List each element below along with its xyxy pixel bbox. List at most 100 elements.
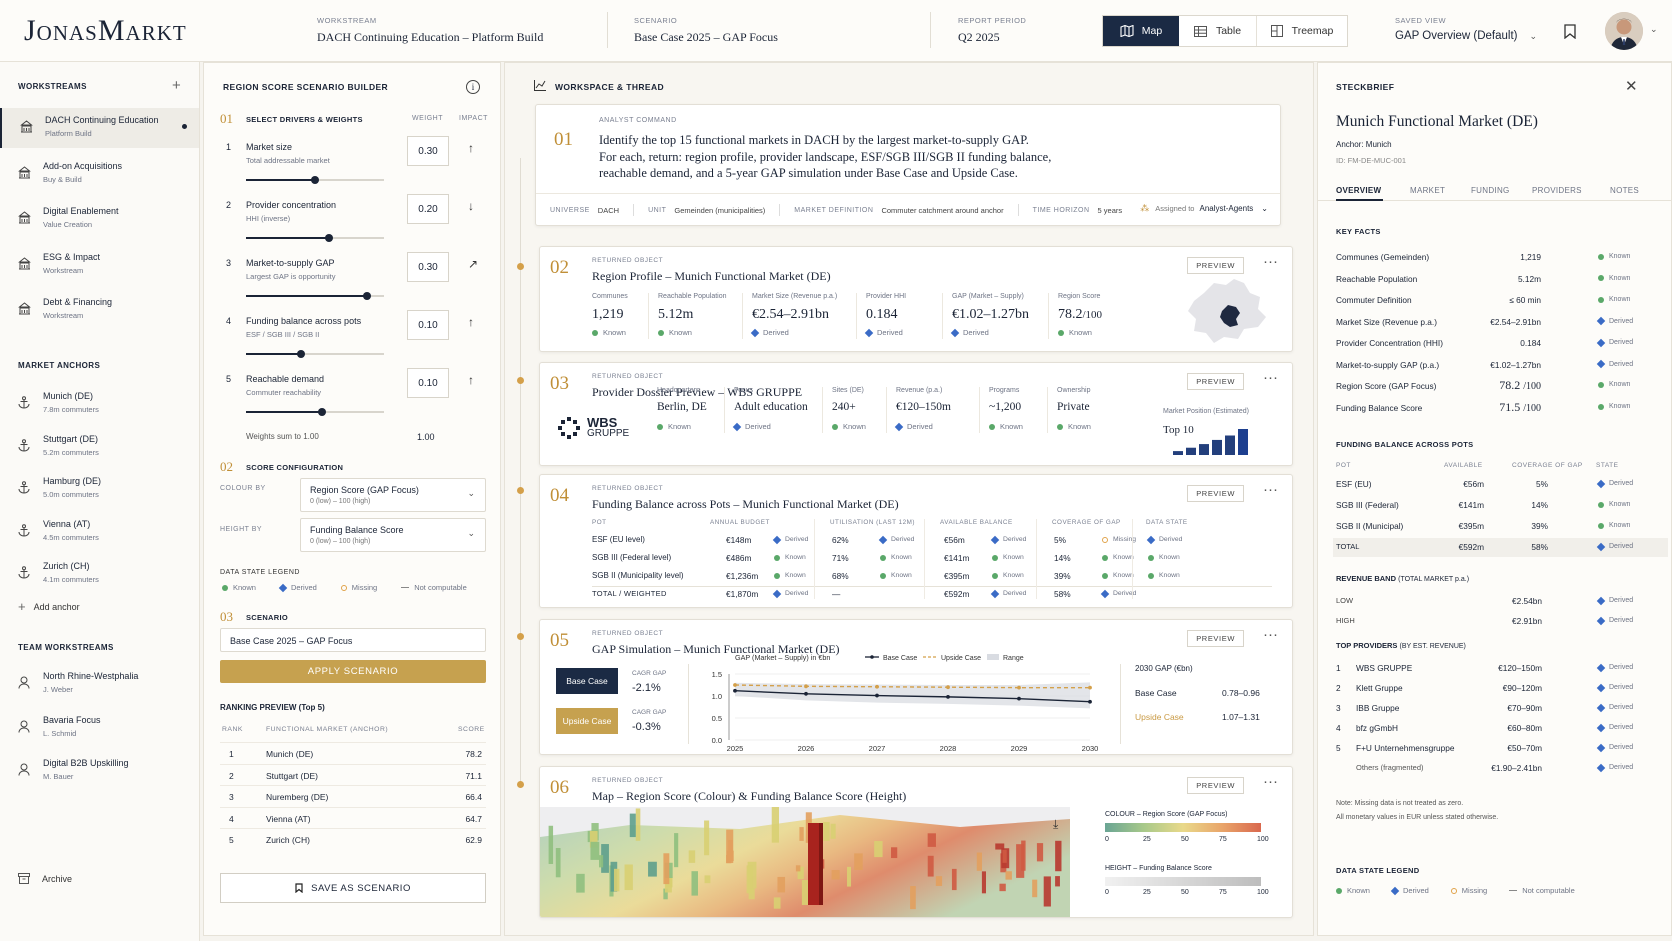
workstream-item[interactable]: DACH Continuing Education Platform Build	[0, 108, 199, 148]
driver-weight-slider[interactable]	[246, 350, 384, 358]
ranking-row[interactable]: 3 Nuremberg (DE) 66.4	[220, 785, 486, 806]
slider-handle[interactable]	[363, 292, 371, 300]
provider-name[interactable]: F+U Unternehmensgruppe	[1356, 743, 1454, 753]
region-profile-card[interactable]: 02 RETURNED OBJECT Region Profile – Muni…	[539, 246, 1293, 352]
upside-case-button[interactable]: Upside Case	[556, 708, 618, 734]
team-item[interactable]: Bavaria Focus L. Schmid	[0, 708, 199, 748]
apply-scenario-button[interactable]: APPLY SCENARIO	[220, 660, 486, 683]
slider-handle[interactable]	[318, 408, 326, 416]
anchor-item[interactable]: Stuttgart (DE) 5.2m commuters	[0, 427, 199, 467]
position-bar	[1212, 439, 1222, 455]
kpi-label: Programs	[989, 387, 1020, 394]
provider-dossier-card[interactable]: 03 RETURNED OBJECT Provider Dossier Prev…	[539, 362, 1293, 466]
state-marker	[832, 423, 838, 430]
driver-weight-slider[interactable]	[246, 176, 384, 184]
ranking-row[interactable]: 1 Munich (DE) 78.2	[220, 742, 486, 763]
driver-weight-slider[interactable]	[246, 292, 384, 300]
slider-handle[interactable]	[325, 234, 333, 242]
info-icon[interactable]: i	[466, 80, 480, 94]
slider-handle[interactable]	[297, 350, 305, 358]
legend-missing: Missing	[1450, 886, 1487, 895]
tab-providers[interactable]: PROVIDERS	[1532, 186, 1582, 195]
base-case-button[interactable]: Base Case	[556, 668, 618, 694]
state-indicator: Derived	[1596, 743, 1633, 752]
score-number: 71.5	[1499, 400, 1521, 414]
driver-weight-input[interactable]: 0.10	[407, 310, 449, 340]
driver-subtitle: HHI (inverse)	[246, 214, 291, 223]
saved-view-selector[interactable]: SAVED VIEW GAP Overview (Default) ⌄	[1395, 16, 1537, 42]
region-3d-map[interactable]	[540, 807, 1070, 918]
divider	[1047, 387, 1048, 433]
more-options-icon[interactable]: ···	[1263, 253, 1278, 270]
workstream-item[interactable]: Digital Enablement Value Creation	[0, 199, 199, 239]
bookmark-icon[interactable]	[1564, 24, 1576, 39]
workstream-item[interactable]: ESG & Impact Workstream	[0, 245, 199, 285]
driver-weight-input[interactable]: 0.30	[407, 136, 449, 166]
market-name: Stuttgart (DE)	[266, 770, 318, 781]
anchor-item[interactable]: Munich (DE) 7.8m commuters	[0, 384, 199, 424]
preview-button[interactable]: PREVIEW	[1187, 257, 1244, 274]
preview-button[interactable]: PREVIEW	[1187, 373, 1244, 390]
ranking-row[interactable]: 5 Zurich (CH) 62.9	[220, 828, 486, 849]
workstream-selector[interactable]: WORKSTREAM DACH Continuing Education – P…	[317, 16, 543, 45]
more-options-icon[interactable]: ···	[1263, 773, 1278, 790]
chevron-down-icon[interactable]: ⌄	[1650, 24, 1658, 35]
kpi-value-text: ~1,200	[989, 401, 1022, 413]
provider-name[interactable]: bfz gGmbH	[1356, 723, 1398, 733]
provider-name[interactable]: Others (fragmented)	[1356, 763, 1424, 772]
ranking-row[interactable]: 4 Vienna (AT) 64.7	[220, 806, 486, 828]
state-marker	[864, 328, 874, 337]
anchor-item[interactable]: Hamburg (DE) 5.0m commuters	[0, 469, 199, 509]
preview-button[interactable]: PREVIEW	[1187, 777, 1244, 794]
colour-by-select[interactable]: Region Score (GAP Focus) 0 (low) – 100 (…	[300, 478, 486, 512]
workstream-item[interactable]: Debt & Financing Workstream	[0, 290, 199, 330]
scenario-selector[interactable]: SCENARIO Base Case 2025 – GAP Focus	[634, 16, 778, 45]
preview-button[interactable]: PREVIEW	[1187, 485, 1244, 502]
height-by-select[interactable]: Funding Balance Score 0 (low) – 100 (hig…	[300, 518, 486, 552]
close-icon[interactable]: ✕	[1625, 77, 1638, 95]
tab-notes[interactable]: NOTES	[1610, 186, 1639, 195]
provider-name[interactable]: WBS GRUPPE	[1356, 663, 1412, 673]
provider-name[interactable]: IBB Gruppe	[1356, 703, 1399, 713]
add-workstream-icon[interactable]: +	[172, 77, 181, 94]
legend-title: DATA STATE LEGEND	[220, 569, 300, 576]
driver-weight-input[interactable]: 0.10	[407, 368, 449, 398]
tab-market[interactable]: MARKET	[1410, 186, 1445, 195]
view-treemap-button[interactable]: Treemap	[1257, 16, 1347, 46]
more-options-icon[interactable]: ···	[1263, 626, 1278, 643]
anchor-item[interactable]: Zurich (CH) 4.1m commuters	[0, 554, 199, 594]
archive-button[interactable]: Archive	[18, 873, 72, 884]
tab-overview[interactable]: OVERVIEW	[1336, 186, 1381, 195]
funding-balance-card[interactable]: 04 RETURNED OBJECT Funding Balance acros…	[539, 474, 1293, 608]
period-selector[interactable]: REPORT PERIOD Q2 2025	[958, 16, 1026, 45]
map-card[interactable]: 06 RETURNED OBJECT Map – Region Score (C…	[539, 766, 1293, 918]
team-item[interactable]: North Rhine-Westphalia J. Weber	[0, 664, 199, 704]
driver-weight-input[interactable]: 0.20	[407, 194, 449, 224]
preview-button[interactable]: PREVIEW	[1187, 630, 1244, 647]
divider	[536, 193, 1280, 194]
provider-name[interactable]: Klett Gruppe	[1356, 683, 1403, 693]
ranking-row[interactable]: 2 Stuttgart (DE) 71.1	[220, 763, 486, 785]
view-table-button[interactable]: Table	[1179, 16, 1257, 46]
slider-handle[interactable]	[311, 176, 319, 184]
kpi-value-text: 5.12m	[658, 307, 694, 322]
analyst-command-card[interactable]: 01 ANALYST COMMAND Identify the top 15 f…	[535, 104, 1281, 226]
save-as-scenario-button[interactable]: SAVE AS SCENARIO	[220, 873, 486, 903]
anchor-item[interactable]: Vienna (AT) 4.5m commuters	[0, 512, 199, 552]
more-options-icon[interactable]: ···	[1263, 369, 1278, 386]
assigned-to-selector[interactable]: ⁂ Assigned to Analyst-Agents ⌄	[1140, 203, 1268, 214]
view-map-button[interactable]: Map	[1103, 16, 1179, 46]
driver-weight-slider[interactable]	[246, 234, 384, 242]
avatar[interactable]	[1605, 12, 1643, 50]
reset-view-icon[interactable]: ⤓	[1053, 817, 1058, 832]
brand-logo[interactable]: JonasMarkt	[24, 14, 187, 48]
scenario-input[interactable]: Base Case 2025 – GAP Focus	[220, 628, 486, 652]
team-item[interactable]: Digital B2B Upskilling M. Bauer	[0, 751, 199, 791]
driver-weight-input[interactable]: 0.30	[407, 252, 449, 282]
gap-simulation-card[interactable]: 05 RETURNED OBJECT GAP Simulation – Muni…	[539, 619, 1293, 755]
workstream-item[interactable]: Add-on Acquisitions Buy & Build	[0, 154, 199, 194]
tab-funding[interactable]: FUNDING	[1471, 186, 1510, 195]
add-anchor-button[interactable]: + Add anchor	[18, 599, 80, 614]
more-options-icon[interactable]: ···	[1263, 481, 1278, 498]
driver-weight-slider[interactable]	[246, 408, 384, 416]
